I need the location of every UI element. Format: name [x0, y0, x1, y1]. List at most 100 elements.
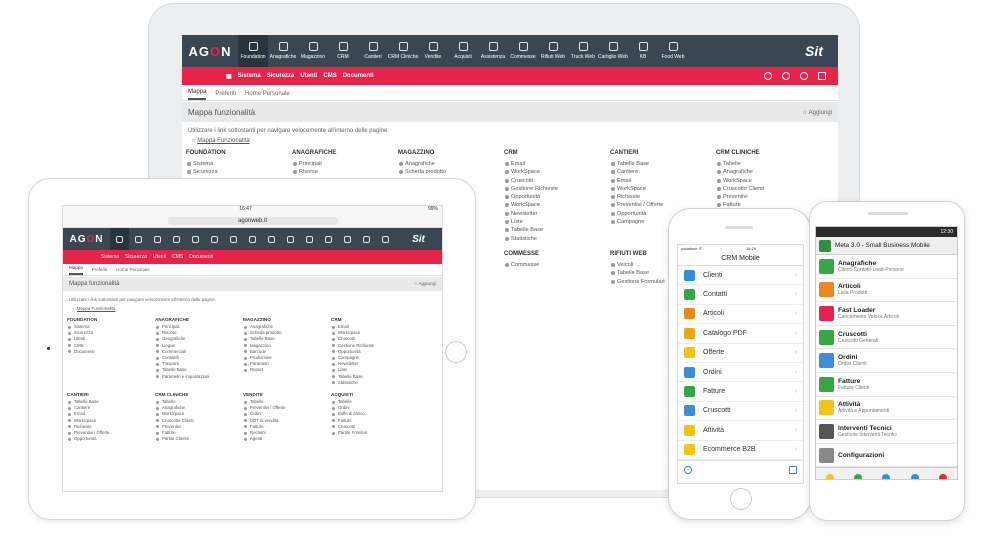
module-anagrafiche[interactable] — [129, 228, 148, 250]
map-link-item[interactable]: WorkSpace — [504, 201, 610, 209]
module-foundation[interactable] — [110, 228, 129, 250]
add-favorite-button[interactable]: ☆ Aggiungi — [802, 109, 832, 116]
iphone-item-clienti[interactable]: Clienti › — [678, 266, 803, 286]
android-item-fatture[interactable]: Fatture Fatture Clienti — [816, 373, 957, 397]
iphone-item-articoli[interactable]: Articoli › — [678, 305, 803, 325]
map-link-item[interactable]: Parametri e impostazioni — [155, 374, 243, 380]
list-icon[interactable] — [854, 473, 863, 479]
map-link-item[interactable]: Partite Cliente — [155, 436, 243, 442]
iphone-home-button[interactable] — [730, 488, 752, 510]
subnav-cms[interactable]: CMS — [172, 254, 183, 260]
module-rifiuti-web[interactable] — [300, 228, 319, 250]
module-magazzino[interactable]: Magazzino — [298, 35, 328, 67]
map-link-item[interactable]: Anagrafiche — [716, 168, 822, 176]
subnav-utenti[interactable]: Utenti — [300, 73, 317, 79]
iphone-item-catalogo-pdf[interactable]: Catalogo PDF › — [678, 324, 803, 344]
android-item-articoli[interactable]: Articoli Lista Prodotti — [816, 279, 957, 303]
module-vendite[interactable]: Vendite — [418, 35, 448, 67]
iphone-item-offerte[interactable]: Offerte › — [678, 344, 803, 363]
module-foundation[interactable]: Foundation — [238, 35, 268, 67]
exit-icon[interactable] — [789, 466, 797, 475]
iphone-item-ecommerce-b2b[interactable]: Ecommerce B2B › — [678, 441, 803, 460]
module-truck-web[interactable]: Truck Web — [568, 35, 598, 67]
map-link-item[interactable]: Cruscotti — [504, 177, 610, 185]
iphone-item-fatture[interactable]: Fatture › — [678, 382, 803, 402]
android-item-configurazioni[interactable]: Configurazioni — [816, 444, 957, 468]
map-link-item[interactable]: Email — [504, 160, 610, 168]
info-icon[interactable] — [684, 466, 692, 475]
subnav-documenti[interactable]: Documenti — [189, 254, 213, 260]
add-favorite-button[interactable]: ☆ Aggiungi — [413, 281, 436, 287]
user-icon[interactable] — [782, 72, 790, 80]
module-magazzino[interactable] — [148, 228, 167, 250]
map-link-item[interactable]: Sicurezza — [186, 168, 292, 176]
module-cartiglio-web[interactable]: Cartiglio Web — [598, 35, 628, 67]
tab-mappa[interactable]: Mappa — [69, 265, 83, 275]
module-assistenza[interactable] — [262, 228, 281, 250]
tab-preferiti[interactable]: Preferiti — [92, 267, 108, 275]
tab-preferiti[interactable]: Preferiti — [215, 91, 236, 100]
module-cantieri[interactable]: Cantieri — [358, 35, 388, 67]
subnav-sicurezza[interactable]: Sicurezza — [267, 73, 295, 79]
kb-icon[interactable] — [910, 473, 919, 479]
module-crm[interactable] — [167, 228, 186, 250]
android-item-anagrafiche[interactable]: Anagrafiche Clienti-Contatti-Lead-Persone — [816, 255, 957, 279]
map-link-item[interactable]: Email — [610, 177, 716, 185]
exit-icon[interactable] — [938, 473, 947, 479]
map-link[interactable]: ○ Mappa Funzionalità — [182, 134, 838, 144]
map-link-item[interactable]: WorkSpace — [610, 185, 716, 193]
bell-icon[interactable] — [764, 72, 772, 80]
module-cartiglio-web[interactable] — [338, 228, 357, 250]
bell-icon[interactable] — [826, 473, 835, 479]
map-link-item[interactable]: WorkSpace — [716, 177, 822, 185]
tab-mappa[interactable]: Mappa — [188, 89, 207, 100]
map-link-item[interactable]: Commesse — [504, 261, 610, 269]
map-link-item[interactable]: Report — [243, 367, 331, 373]
map-link-item[interactable]: Tabelle — [716, 160, 822, 168]
map-link-item[interactable]: Anagrafiche — [398, 160, 504, 168]
module-acquisti[interactable]: Acquisti — [448, 35, 478, 67]
map-link-item[interactable]: Cantiere — [610, 168, 716, 176]
map-link-item[interactable]: WorkSpace — [504, 168, 610, 176]
map-link-item[interactable]: Preventivi — [716, 193, 822, 201]
subnav-sistema[interactable]: Sistema — [238, 73, 261, 79]
logout-icon[interactable] — [818, 72, 826, 80]
map-link-item[interactable]: Tabelle Base — [504, 226, 610, 234]
map-link-item[interactable]: Documenti — [67, 349, 155, 355]
module-cantieri[interactable] — [186, 228, 205, 250]
map-link-item[interactable]: Cruscotto Clienti — [716, 185, 822, 193]
map-link-item[interactable]: Risorse — [292, 168, 398, 176]
iphone-item-ordini[interactable]: Ordini › — [678, 363, 803, 383]
map-link-item[interactable]: Opportunità — [67, 436, 155, 442]
subnav-utenti[interactable]: Utenti — [153, 254, 166, 260]
map-link[interactable]: ○ Mappa Funzionalità — [63, 302, 442, 311]
module-crm[interactable]: CRM — [328, 35, 358, 67]
subnav-sistema[interactable]: Sistema — [101, 254, 119, 260]
android-item-cruscotti[interactable]: Cruscotti Cruscotti Generali — [816, 326, 957, 350]
subnav-sicurezza[interactable]: Sicurezza — [125, 254, 147, 260]
map-link-item[interactable]: Gestione Richieste — [504, 185, 610, 193]
android-item-ordini[interactable]: Ordini Ordini Clienti — [816, 349, 957, 373]
map-link-item[interactable]: Liste — [504, 218, 610, 226]
android-item-fast-loader[interactable]: Fast Loader Caricamento Veloce Articoli — [816, 302, 957, 326]
subnav-cms[interactable]: CMS — [323, 73, 336, 79]
iphone-item-contatti[interactable]: Contatti › — [678, 285, 803, 305]
module-food-web[interactable]: Food Web — [658, 35, 688, 67]
module-rifiuti-web[interactable]: Rifiuti Web — [538, 35, 568, 67]
map-link-item[interactable]: Scheda prodotto — [398, 168, 504, 176]
browser-url-bar[interactable]: agonweb.it — [63, 214, 442, 228]
module-crm-cliniche[interactable] — [205, 228, 224, 250]
module-commesse[interactable]: Commesse — [508, 35, 538, 67]
iphone-item-attivit[interactable]: Attività › — [678, 421, 803, 441]
map-link-item[interactable]: Opportunità — [504, 193, 610, 201]
iphone-item-cruscotti[interactable]: Cruscotti › — [678, 402, 803, 422]
module-crm-cliniche[interactable]: CRM Cliniche — [388, 35, 418, 67]
module-vendite[interactable] — [224, 228, 243, 250]
map-link-item[interactable]: Statistiche — [504, 235, 610, 243]
module-anagrafiche[interactable]: Anagrafiche — [268, 35, 298, 67]
map-link-item[interactable]: Sistema — [186, 160, 292, 168]
android-item-attivit[interactable]: Attività Attività e Appuntamenti — [816, 397, 957, 421]
tab-home-personale[interactable]: Home Personale — [116, 267, 150, 275]
subnav-documenti[interactable]: Documenti — [343, 73, 374, 79]
apps-grid-icon[interactable]: ▦ — [226, 73, 232, 80]
